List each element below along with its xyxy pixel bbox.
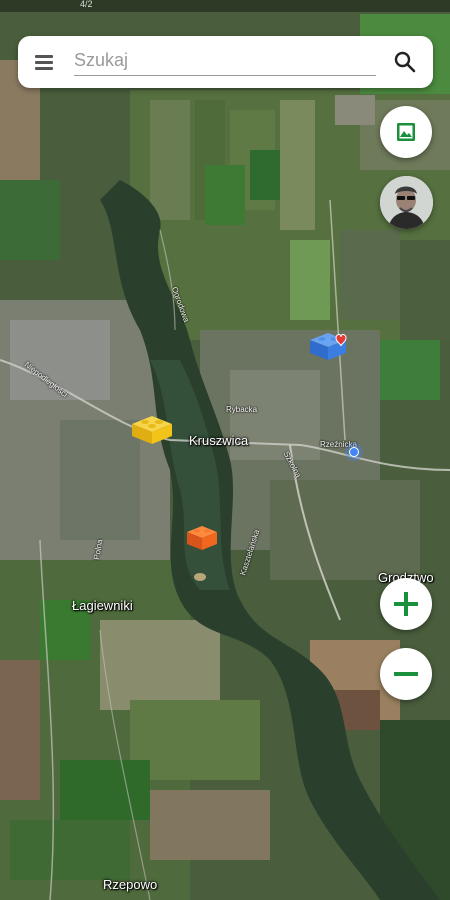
status-text: 4/2 — [80, 0, 93, 9]
place-label-rzepowo: Rzepowo — [103, 877, 158, 892]
plus-icon — [394, 592, 418, 616]
zoom-in-button[interactable] — [380, 578, 432, 630]
street-label: Rybacka — [226, 405, 258, 414]
status-bar: 4/2 — [0, 0, 450, 12]
menu-icon-line — [35, 67, 53, 70]
menu-button[interactable] — [32, 50, 56, 74]
search-bar — [18, 36, 433, 88]
image-icon — [397, 123, 415, 141]
menu-icon — [35, 55, 53, 58]
minus-icon — [394, 672, 418, 676]
map-layers-button[interactable] — [380, 106, 432, 158]
place-label-lagiewniki: Łagiewniki — [72, 598, 133, 613]
search-input[interactable] — [74, 46, 376, 76]
menu-icon-line — [35, 61, 53, 64]
place-label-kruszwica: Kruszwica — [189, 433, 249, 448]
current-location-dot — [345, 443, 363, 461]
orange-block-marker[interactable] — [185, 522, 219, 552]
blue-block-favorite-marker[interactable] — [308, 328, 356, 364]
avatar-image — [380, 176, 433, 229]
search-button[interactable] — [392, 49, 418, 75]
yellow-block-marker[interactable] — [128, 412, 176, 446]
user-avatar[interactable] — [380, 176, 433, 229]
zoom-out-button[interactable] — [380, 648, 432, 700]
search-icon — [394, 51, 416, 73]
